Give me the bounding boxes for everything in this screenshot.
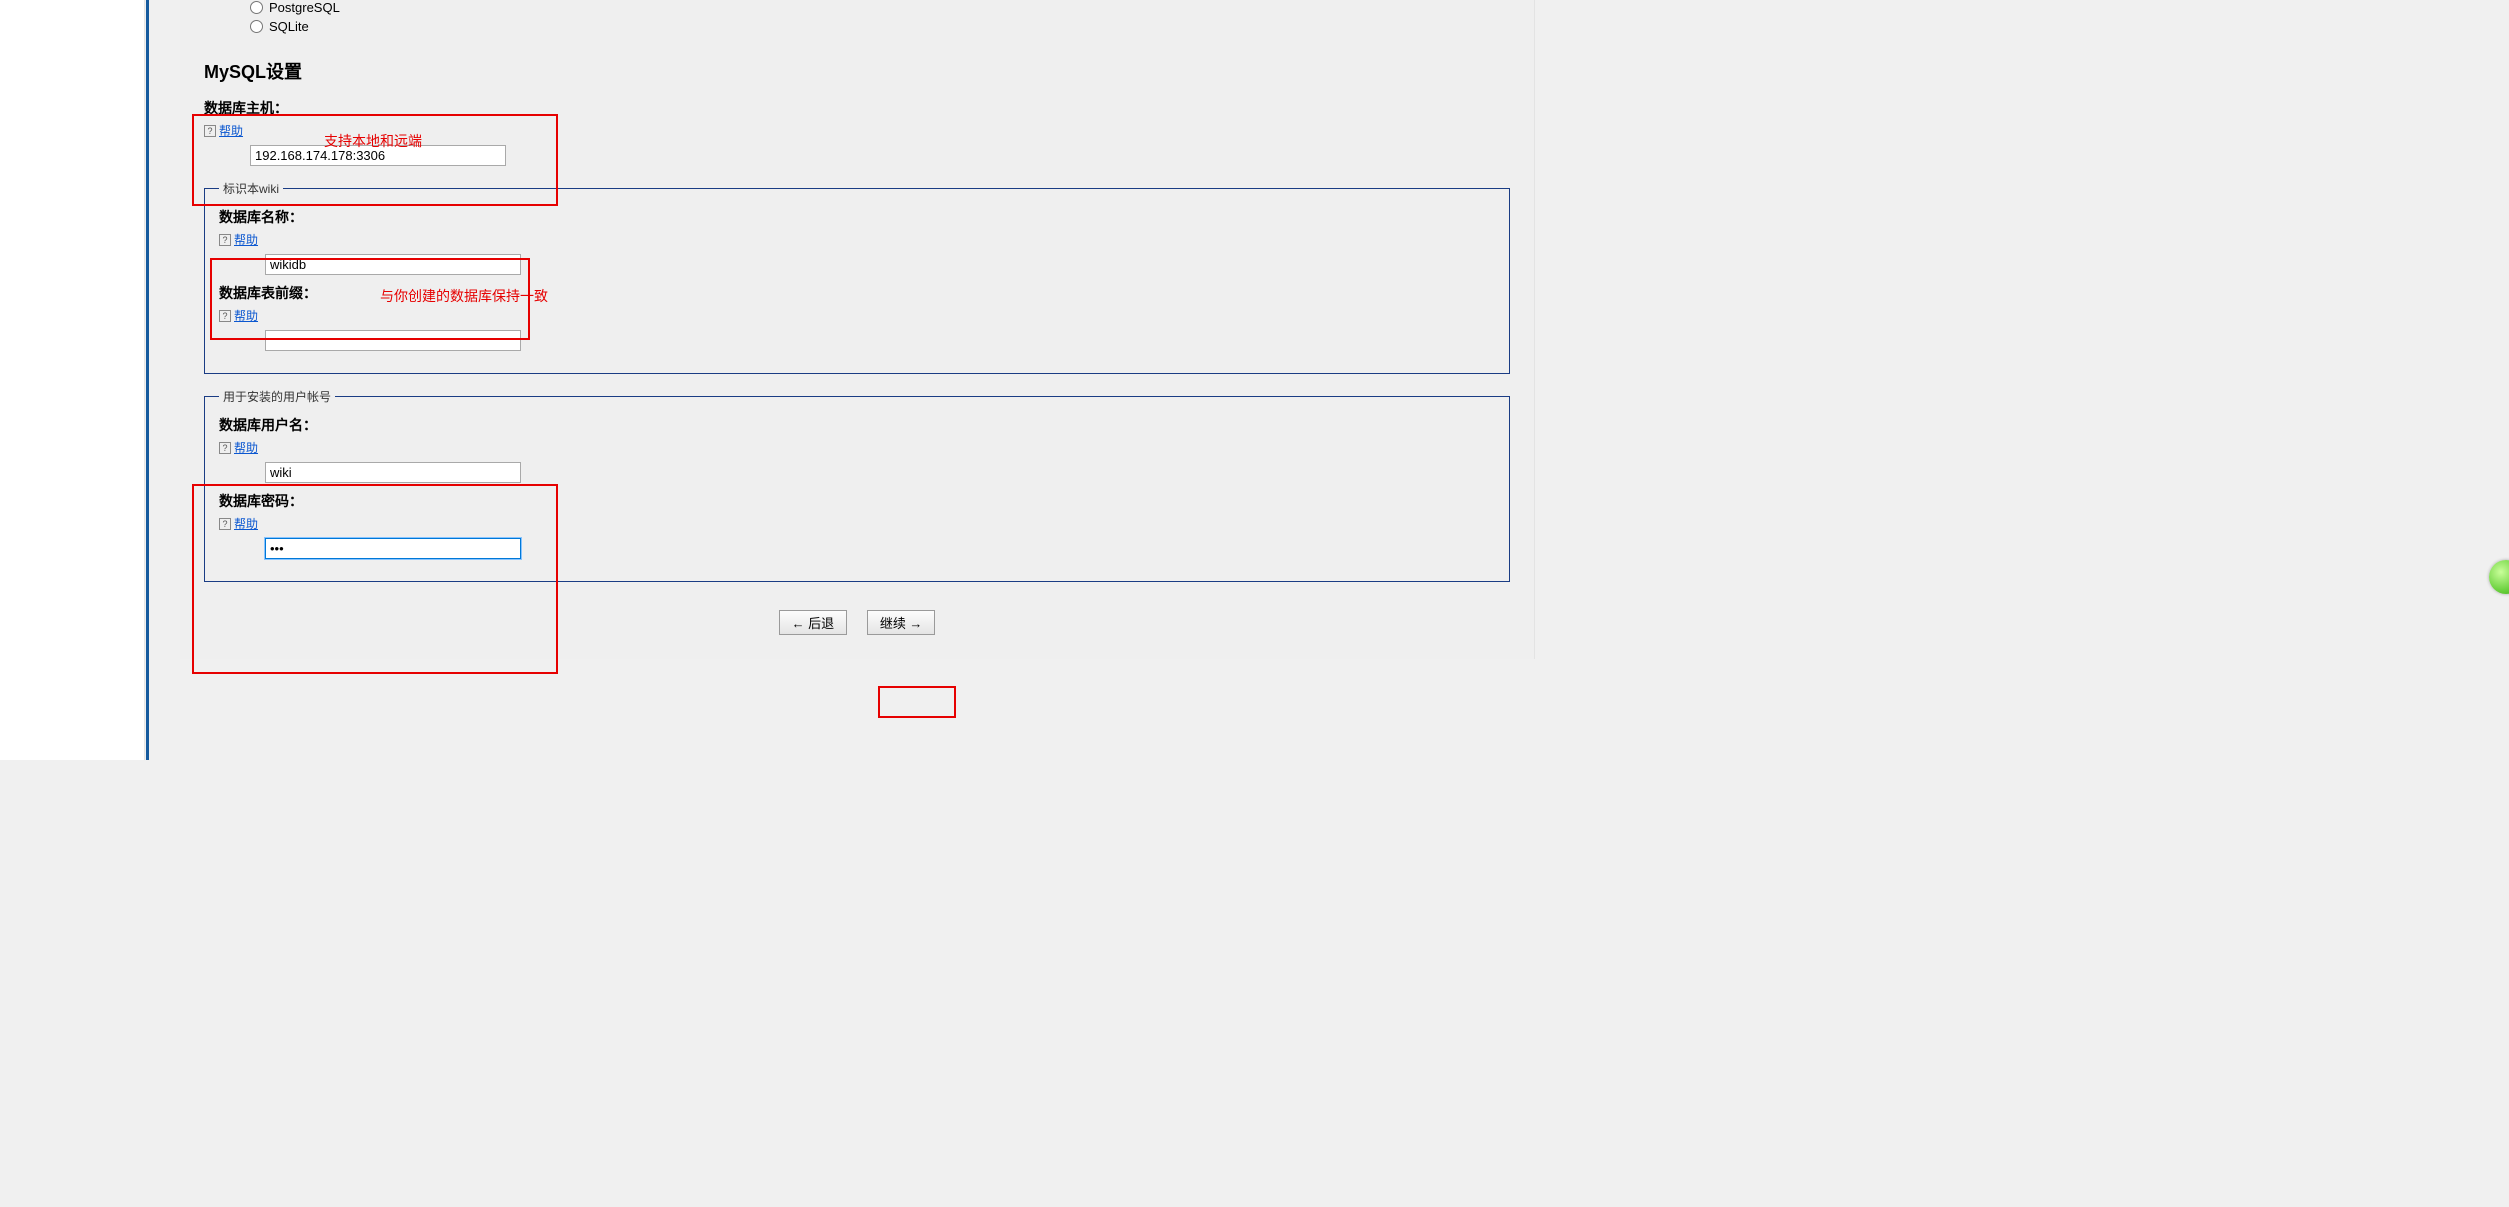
db-username-help-link[interactable]: 帮助 xyxy=(234,439,258,456)
install-account-fieldset: 用于安装的用户帐号 数据库用户名： ? 帮助 数据库密码： ? 帮助 xyxy=(204,388,1510,582)
db-password-help-link[interactable]: 帮助 xyxy=(234,515,258,532)
left-sidebar xyxy=(0,0,145,760)
db-name-block: 数据库名称： ? 帮助 xyxy=(219,207,1509,275)
db-password-label: 数据库密码： xyxy=(219,493,303,509)
db-password-block: 数据库密码： ? 帮助 xyxy=(219,491,1509,559)
dbtype-postgresql-option[interactable]: PostgreSQL xyxy=(250,0,1534,15)
help-icon: ? xyxy=(219,518,231,530)
floating-badge[interactable] xyxy=(2489,560,2509,594)
main-content: PostgreSQL SQLite MySQL设置 数据库主机： ? 帮助 标识… xyxy=(180,0,1535,659)
dbtype-postgresql-label: PostgreSQL xyxy=(269,0,340,15)
db-prefix-label: 数据库表前缀： xyxy=(219,285,317,301)
continue-button[interactable]: 继续 → xyxy=(867,610,936,635)
db-name-input[interactable] xyxy=(265,254,521,275)
dbtype-sqlite-option[interactable]: SQLite xyxy=(250,19,1534,34)
db-prefix-block: 数据库表前缀： ? 帮助 xyxy=(219,283,1509,351)
db-password-input[interactable] xyxy=(265,538,521,559)
help-icon: ? xyxy=(219,234,231,246)
db-username-input[interactable] xyxy=(265,462,521,483)
dbtype-sqlite-label: SQLite xyxy=(269,19,309,34)
install-account-legend: 用于安装的用户帐号 xyxy=(219,388,335,405)
identify-wiki-legend: 标识本wiki xyxy=(219,180,283,197)
db-host-input[interactable] xyxy=(250,145,506,166)
db-username-block: 数据库用户名： ? 帮助 xyxy=(219,415,1509,483)
db-username-label: 数据库用户名： xyxy=(219,417,317,433)
sidebar-divider xyxy=(146,0,149,760)
help-icon: ? xyxy=(219,442,231,454)
help-icon: ? xyxy=(204,125,216,137)
help-icon: ? xyxy=(219,310,231,322)
db-host-help-link[interactable]: 帮助 xyxy=(219,122,243,139)
db-host-label: 数据库主机： xyxy=(204,100,288,116)
identify-wiki-fieldset: 标识本wiki 数据库名称： ? 帮助 数据库表前缀： ? 帮助 xyxy=(204,180,1510,374)
db-host-block: 数据库主机： ? 帮助 xyxy=(204,98,1534,166)
back-button[interactable]: ← 后退 xyxy=(779,610,848,635)
db-name-label: 数据库名称： xyxy=(219,209,303,225)
db-prefix-help-link[interactable]: 帮助 xyxy=(234,307,258,324)
db-name-help-link[interactable]: 帮助 xyxy=(234,231,258,248)
db-prefix-input[interactable] xyxy=(265,330,521,351)
annotation-box-continue xyxy=(878,686,956,718)
mysql-settings-heading: MySQL设置 xyxy=(204,58,1534,84)
dbtype-postgresql-radio[interactable] xyxy=(250,1,263,14)
nav-button-row: ← 后退 继续 → xyxy=(180,596,1534,659)
dbtype-sqlite-radio[interactable] xyxy=(250,20,263,33)
